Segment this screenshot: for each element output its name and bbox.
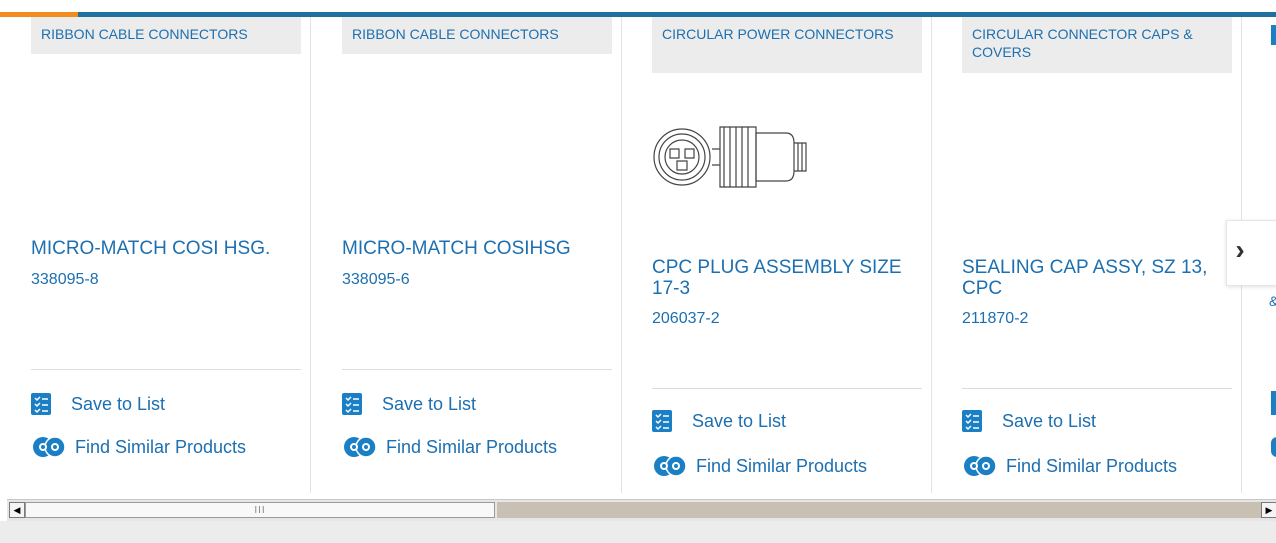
divider [962, 388, 1232, 389]
scrollbar-track[interactable] [497, 502, 1261, 518]
category-label[interactable]: RIBBON CABLE CONNECTORS [342, 17, 612, 54]
product-title-link[interactable]: SEALING CAP ASSY, SZ 13, CPC [962, 257, 1242, 299]
save-to-list-button[interactable]: Save to List [652, 409, 786, 433]
divider [31, 369, 301, 370]
similar-products-icon [344, 436, 377, 458]
chevron-right-icon: › [1235, 234, 1245, 265]
divider [342, 369, 612, 370]
part-number-link[interactable]: 338095-6 [342, 271, 410, 289]
divider [652, 388, 922, 389]
save-to-list-label: Save to List [692, 410, 787, 431]
find-similar-button[interactable]: Find Similar Products [31, 435, 246, 459]
product-card: CIRCULAR CONNECTOR CAPS & COVERS SEALING… [931, 17, 1242, 493]
scrollbar-thumb[interactable]: III [25, 502, 495, 518]
scroll-right-button[interactable]: ▶ [1261, 502, 1276, 518]
product-card: RIBBON CABLE CONNECTORS MICRO-MATCH COSI… [0, 17, 311, 493]
save-to-list-label: Save to List [71, 393, 166, 414]
find-similar-label: Find Similar Products [75, 436, 247, 457]
similar-products-icon [654, 455, 687, 477]
product-image[interactable] [652, 117, 822, 197]
scrollbar-grip: III [254, 504, 266, 516]
product-carousel: RIBBON CABLE CONNECTORS MICRO-MATCH COSI… [0, 17, 1276, 493]
category-label[interactable]: CIRCULAR CONNECTOR CAPS & COVERS [962, 17, 1232, 73]
carousel-next-button[interactable]: › [1226, 220, 1276, 286]
product-card: RIBBON CABLE CONNECTORS MICRO-MATCH COSI… [311, 17, 622, 493]
horizontal-scrollbar[interactable]: ◀ III ▶ [7, 499, 1276, 521]
product-title-link[interactable]: CPC PLUG ASSEMBLY SIZE 17-3 [652, 257, 932, 299]
product-card: CIRCULAR POWER CONNECTORS CPC PLUG ASSEM… [621, 17, 932, 493]
find-similar-button[interactable]: Find Similar Products [652, 454, 867, 478]
find-similar-label: Find Similar Products [1006, 455, 1178, 476]
find-similar-label: Find Similar Products [386, 436, 558, 457]
similar-products-icon [33, 436, 66, 458]
part-number-link[interactable]: 338095-8 [31, 271, 99, 289]
save-to-list-button[interactable]: Save to List [342, 392, 476, 416]
save-to-list-label: Save to List [1002, 410, 1097, 431]
part-number-link[interactable]: 211870-2 [962, 310, 1028, 328]
product-title-link[interactable]: MICRO-MATCH COSIHSG [342, 238, 622, 259]
next-card-peek-text: & [1269, 293, 1276, 309]
next-card-category-peek [1271, 25, 1276, 45]
next-card-save-icon-peek [1271, 391, 1276, 415]
save-to-list-label: Save to List [382, 393, 477, 414]
find-similar-button[interactable]: Find Similar Products [342, 435, 557, 459]
checklist-icon [31, 393, 51, 415]
product-title-link[interactable]: MICRO-MATCH COSI HSG. [31, 238, 311, 259]
save-to-list-button[interactable]: Save to List [962, 409, 1096, 433]
save-to-list-button[interactable]: Save to List [31, 392, 165, 416]
checklist-icon [652, 410, 672, 432]
checklist-icon [342, 393, 362, 415]
page-bottom-area [0, 521, 1276, 543]
similar-products-icon [964, 455, 997, 477]
find-similar-label: Find Similar Products [696, 455, 868, 476]
category-label[interactable]: RIBBON CABLE CONNECTORS [31, 17, 301, 54]
category-label[interactable]: CIRCULAR POWER CONNECTORS [652, 17, 922, 73]
scroll-left-button[interactable]: ◀ [9, 502, 25, 518]
part-number-link[interactable]: 206037-2 [652, 310, 720, 328]
checklist-icon [962, 410, 982, 432]
find-similar-button[interactable]: Find Similar Products [962, 454, 1177, 478]
next-card-similar-icon-peek [1271, 437, 1276, 457]
